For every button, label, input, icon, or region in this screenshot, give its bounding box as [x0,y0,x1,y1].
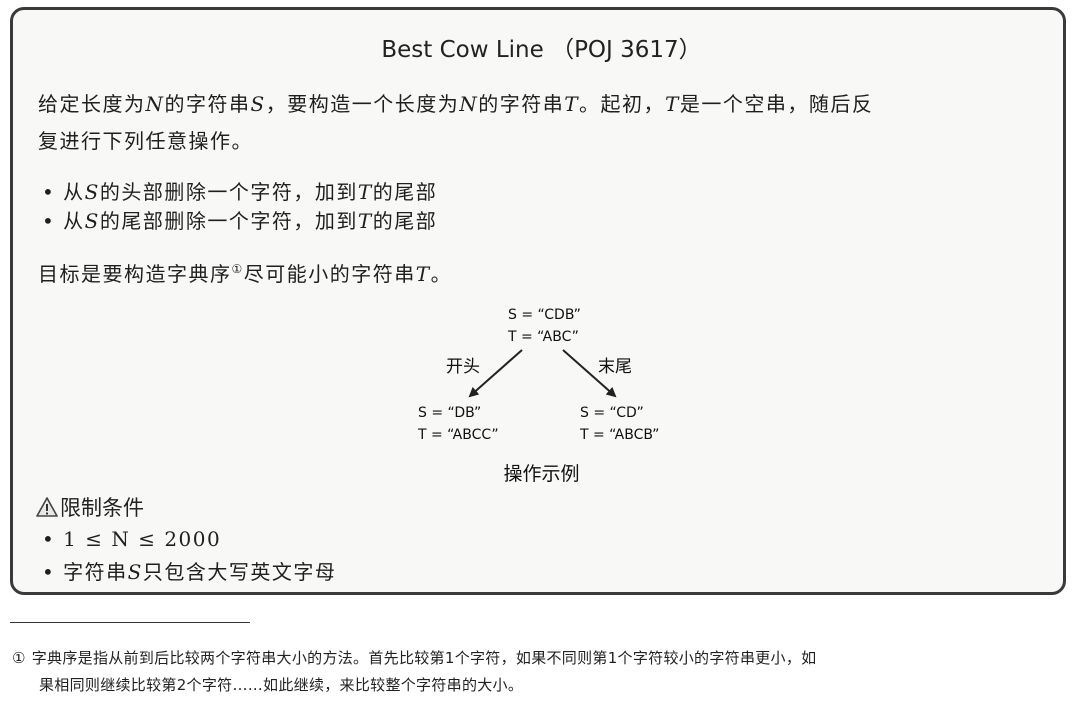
constraint-text: 只包含大写英文字母 [142,560,337,584]
constraints-title: 限制条件 [60,496,144,520]
constraint-item: • 字符串S只包含大写英文字母 [42,560,337,584]
footnote: ① 字典序是指从前到后比较两个字符串大小的方法。首先比较第1个字符，如果不同则第1… [12,645,1074,699]
constraint-text: 字符串 [63,560,128,584]
diagram-arrows [468,349,617,398]
constraint-item: • 1 ≤ N ≤ 2000 [42,527,222,551]
footnote-line-2: 果相同则继续比较第2个字符……如此继续，来比较整个字符串的大小。 [39,676,524,694]
warning-icon [36,497,58,517]
footnote-line-1: 字典序是指从前到后比较两个字符串大小的方法。首先比较第1个字符，如果不同则第1个… [31,649,817,667]
arrow-right [562,349,617,398]
footnote-mark: ① [12,649,26,667]
arrow-left [468,349,523,398]
footnote-divider [10,622,250,623]
constraint-text: 1 ≤ N ≤ 2000 [63,527,222,551]
constraints-heading: 限制条件 [36,492,144,522]
diagram-caption: 操作示例 [503,463,580,485]
var-s: S [127,560,143,584]
